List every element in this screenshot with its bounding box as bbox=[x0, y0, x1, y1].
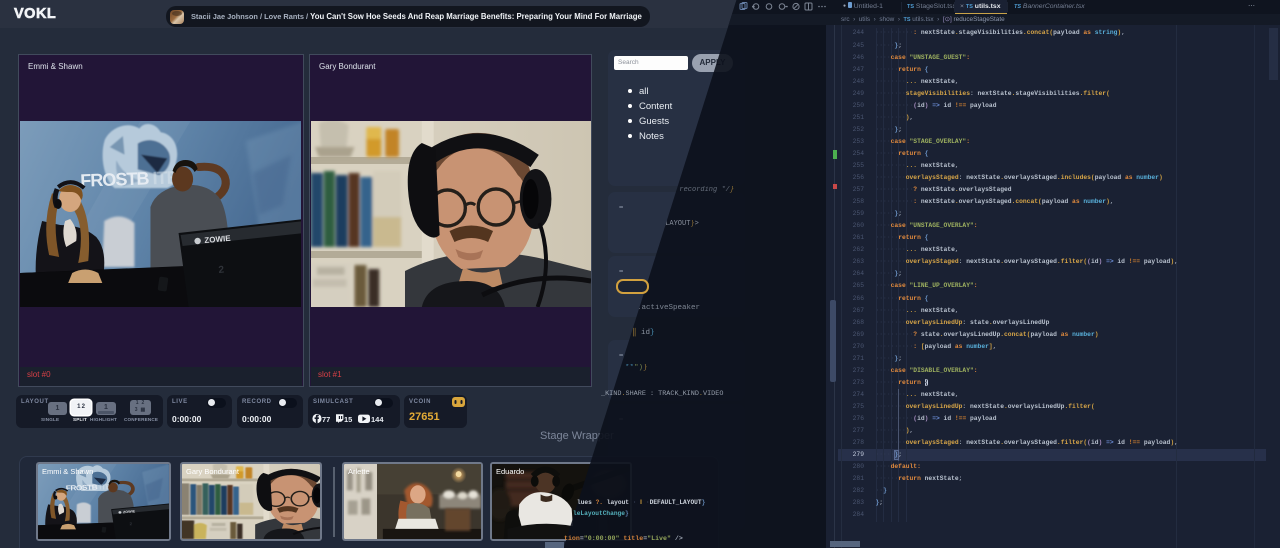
svg-text:FROSTB: FROSTB bbox=[80, 168, 150, 190]
svg-text:FROSTB: FROSTB bbox=[66, 483, 99, 492]
